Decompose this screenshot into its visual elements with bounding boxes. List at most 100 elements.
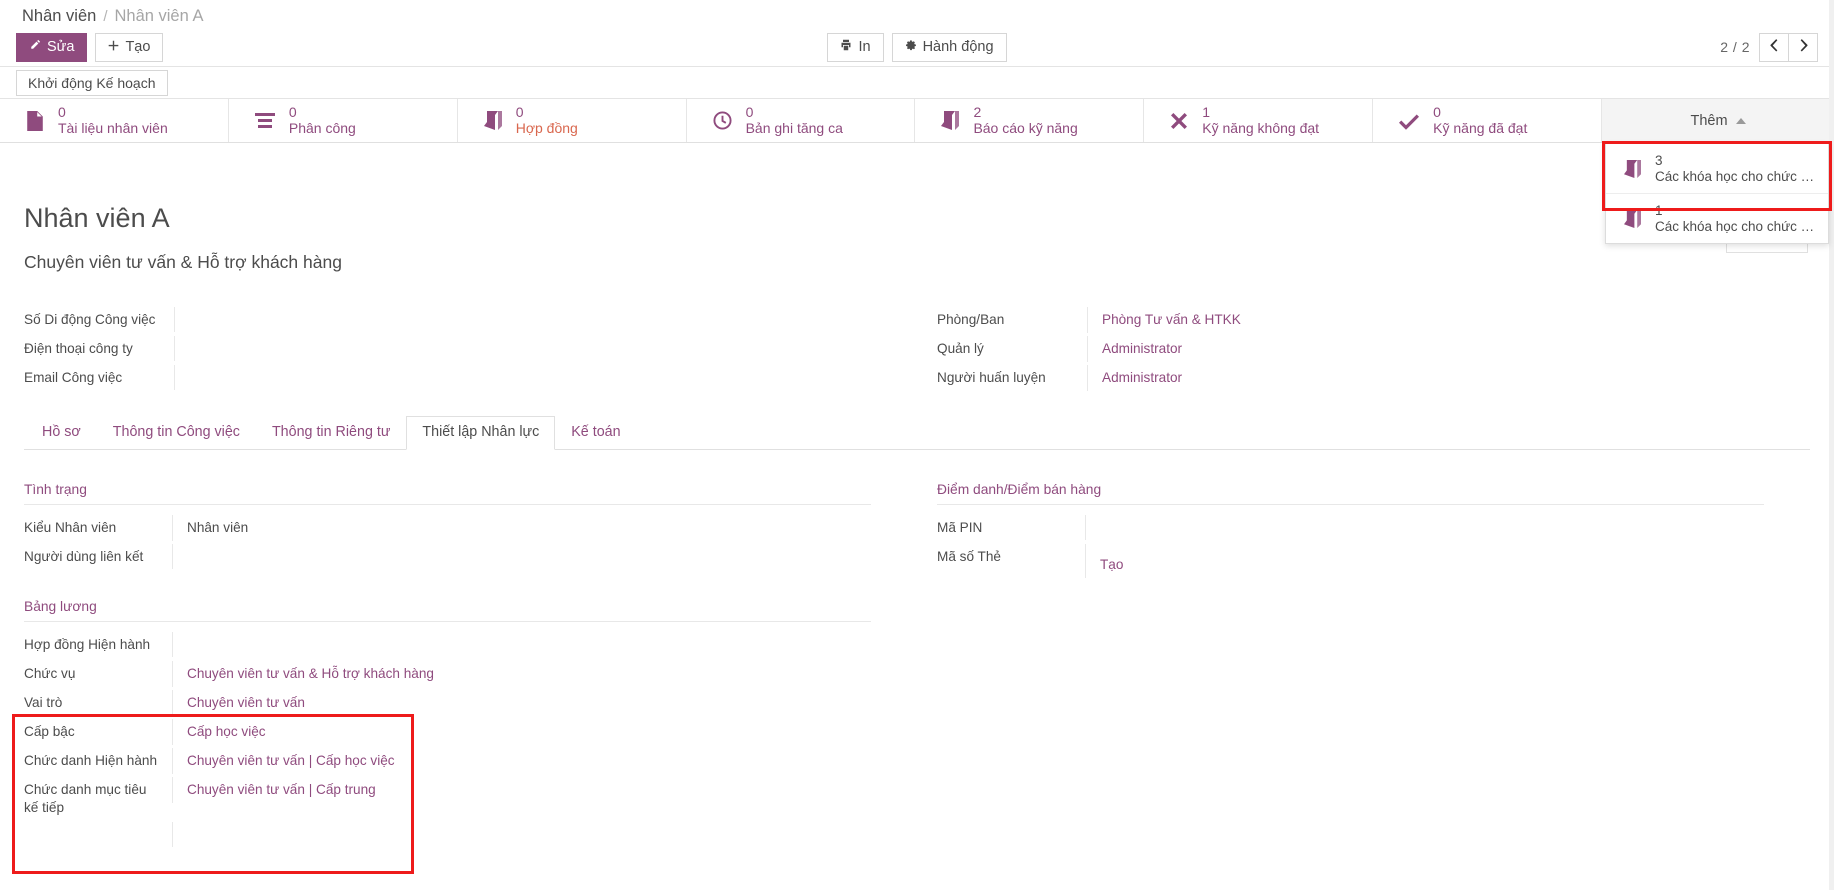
pager-count: 2 / 2: [1720, 39, 1750, 55]
stat-value: 0: [746, 105, 843, 121]
more-button-label: Thêm: [1690, 113, 1727, 129]
field-value-badge-id-generate[interactable]: Tạo: [1085, 544, 1764, 578]
field-value-current-job-title[interactable]: Chuyên viên tư vấn | Cấp học việc: [172, 748, 871, 774]
x-mark-icon: [1170, 112, 1188, 130]
start-plan-button[interactable]: Khởi động Kế hoạch: [16, 70, 168, 96]
gear-icon: [905, 39, 917, 55]
field-value-mobile[interactable]: [174, 307, 871, 332]
breadcrumb-current: Nhân viên A: [114, 7, 203, 26]
field-value-work-email[interactable]: [174, 365, 871, 390]
stat-button-area: 0 Tài liệu nhân viên 0 Phân công 0: [0, 99, 1834, 143]
stat-text: 1 Kỹ năng không đạt: [1202, 105, 1319, 136]
field-row: Chức danh mục tiêu kế tiếp Chuyên viên t…: [24, 777, 871, 822]
stat-button-skill-reports[interactable]: 2 Báo cáo kỹ năng: [915, 99, 1144, 142]
field-value-level[interactable]: Cấp học việc: [172, 719, 871, 745]
clock-icon: [713, 111, 732, 130]
check-icon: [1399, 112, 1419, 130]
stat-button-skills-not-achieved[interactable]: 1 Kỹ năng không đạt: [1144, 99, 1373, 142]
print-button-label: In: [858, 39, 870, 55]
stat-label: Báo cáo kỹ năng: [973, 121, 1077, 137]
stat-label: Kỹ năng không đạt: [1202, 121, 1319, 137]
control-panel-left: Sửa Tạo: [16, 33, 163, 62]
chevron-right-icon: [1799, 39, 1808, 56]
control-panel: Sửa Tạo In Hành động: [0, 28, 1834, 66]
stat-button-contracts[interactable]: 0 Hợp đồng: [458, 99, 687, 142]
field-value-extra[interactable]: [172, 822, 871, 847]
breadcrumb-root[interactable]: Nhân viên: [22, 7, 96, 26]
tab-thiet-lap-nhan-luc[interactable]: Thiết lập Nhân lực: [406, 416, 555, 450]
stat-button-more[interactable]: Thêm: [1602, 99, 1834, 142]
stat-text: 0 Tài liệu nhân viên: [58, 105, 168, 136]
field-value-role[interactable]: Chuyên viên tư vấn: [172, 690, 871, 716]
print-button[interactable]: In: [827, 33, 883, 62]
field-label: Điện thoại công ty: [24, 336, 174, 362]
book-icon: [1624, 210, 1641, 228]
tab-thong-tin-cong-viec[interactable]: Thông tin Công việc: [97, 416, 256, 450]
field-value-related-user[interactable]: [172, 544, 871, 569]
field-value-job-position[interactable]: Chuyên viên tư vấn & Hỗ trợ khách hàng: [172, 661, 871, 687]
field-value-work-phone[interactable]: [174, 336, 871, 361]
control-panel-right: 2 / 2: [1720, 33, 1818, 62]
caret-up-icon: [1736, 118, 1746, 124]
breadcrumb: Nhân viên / Nhân viên A: [0, 0, 1834, 28]
pager-previous-button[interactable]: [1759, 33, 1789, 62]
vertical-scrollbar[interactable]: [1829, 0, 1834, 890]
action-button[interactable]: Hành động: [892, 33, 1007, 62]
more-dropdown-menu: 3 Các khóa học cho chức d... 1 Các khóa …: [1605, 143, 1829, 244]
dropdown-item-value: 1: [1655, 203, 1815, 219]
tab-ho-so[interactable]: Hồ sơ: [26, 416, 97, 450]
field-label: Mã số Thẻ: [937, 544, 1085, 570]
stat-button-assignments[interactable]: 0 Phân công: [229, 99, 458, 142]
breadcrumb-separator: /: [103, 8, 107, 25]
field-value-coach[interactable]: Administrator: [1087, 365, 1764, 391]
tab-ke-toan[interactable]: Kế toán: [555, 416, 636, 450]
field-value-employee-type[interactable]: Nhân viên: [172, 515, 871, 541]
field-value-pin-code[interactable]: [1085, 515, 1764, 540]
form-sheet: Nhân viên A Chuyên viên tư vấn & Hỗ trợ …: [0, 143, 1834, 394]
edit-button-label: Sửa: [47, 39, 74, 55]
field-label: Quản lý: [937, 336, 1087, 362]
field-value-next-target-job-title[interactable]: Chuyên viên tư vấn | Cấp trung: [172, 777, 871, 803]
create-button[interactable]: Tạo: [95, 33, 163, 62]
field-value-current-contract[interactable]: [172, 632, 871, 657]
stat-label: Kỹ năng đã đạt: [1433, 121, 1527, 137]
field-row: Kiểu Nhân viên Nhân viên: [24, 515, 871, 544]
group-title-status: Tình trạng: [24, 482, 871, 505]
group-title-payroll: Bảng lương: [24, 599, 871, 622]
field-label: Chức vụ: [24, 661, 172, 687]
pager-next-button[interactable]: [1788, 33, 1818, 62]
field-row: Email Công việc: [24, 365, 871, 394]
record-subtitle: Chuyên viên tư vấn & Hỗ trợ khách hàng: [24, 252, 1810, 273]
stat-value: 0: [289, 105, 356, 121]
field-label: Số Di động Công việc: [24, 307, 174, 333]
printer-icon: [840, 39, 852, 55]
dropdown-item-value: 3: [1655, 153, 1815, 169]
dropdown-item-courses-1[interactable]: 3 Các khóa học cho chức d...: [1606, 144, 1828, 194]
field-label: Chức danh Hiện hành: [24, 748, 172, 774]
field-label: [24, 822, 172, 830]
stat-button-overtime-records[interactable]: 0 Bản ghi tăng ca: [687, 99, 916, 142]
list-rows-icon: [255, 112, 275, 130]
stat-value: 0: [516, 105, 578, 121]
notebook-tab-list: Hồ sơ Thông tin Công việc Thông tin Riên…: [24, 416, 1810, 450]
field-value-department[interactable]: Phòng Tư vấn & HTKK: [1087, 307, 1764, 333]
field-row: Mã số Thẻ Tạo: [937, 544, 1764, 578]
field-value-manager[interactable]: Administrator: [1087, 336, 1764, 362]
edit-button[interactable]: Sửa: [16, 33, 87, 62]
notebook-column-right: Điểm danh/Điểm bán hàng Mã PIN Mã số Thẻ…: [917, 482, 1810, 851]
field-row: Hợp đồng Hiện hành: [24, 632, 871, 661]
stat-button-skills-achieved[interactable]: 0 Kỹ năng đã đạt: [1373, 99, 1602, 142]
notebook: Hồ sơ Thông tin Công việc Thông tin Riên…: [0, 416, 1834, 851]
stat-value: 0: [1433, 105, 1527, 121]
create-button-label: Tạo: [125, 39, 150, 55]
control-panel-center: In Hành động: [0, 33, 1834, 62]
stat-button-employee-documents[interactable]: 0 Tài liệu nhân viên: [0, 99, 229, 142]
dropdown-item-courses-2[interactable]: 1 Các khóa học cho chức d...: [1606, 194, 1828, 243]
field-label: Email Công việc: [24, 365, 174, 391]
stat-text: 2 Báo cáo kỹ năng: [973, 105, 1077, 136]
tab-thong-tin-rieng-tu[interactable]: Thông tin Riêng tư: [256, 416, 406, 450]
page-title: Nhân viên A: [24, 143, 1810, 234]
stat-text: 0 Hợp đồng: [516, 105, 578, 136]
field-label: Chức danh mục tiêu kế tiếp: [24, 777, 172, 822]
field-label: Người dùng liên kết: [24, 544, 172, 570]
